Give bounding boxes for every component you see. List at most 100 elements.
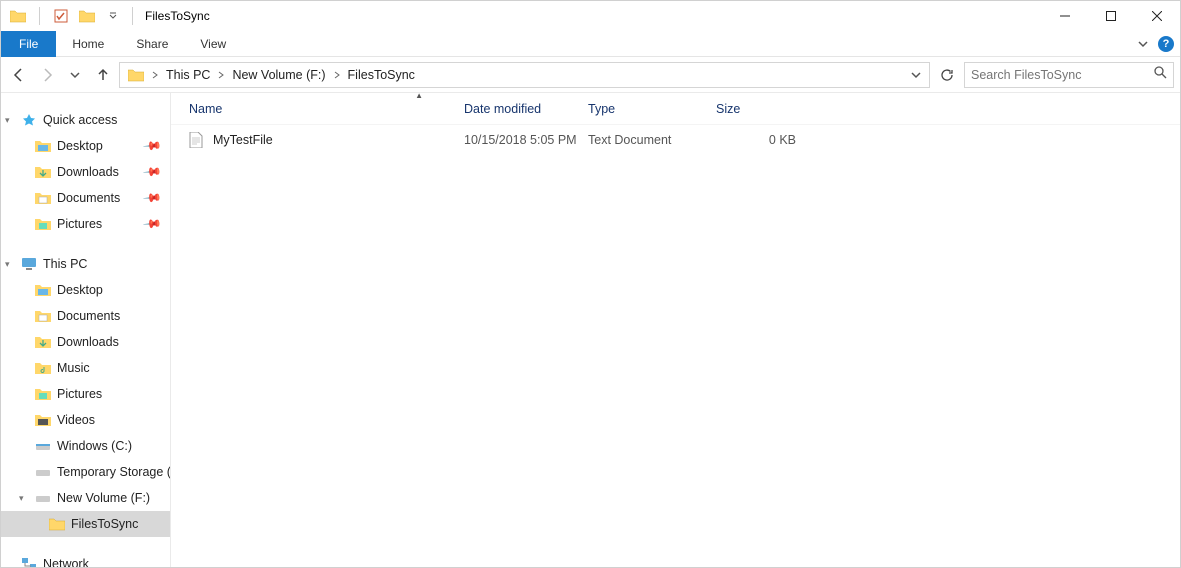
nav-item-drive-f[interactable]: ▾ New Volume (F:) (1, 485, 170, 511)
folder-icon (35, 216, 51, 232)
breadcrumb-segment[interactable]: New Volume (F:) (228, 63, 329, 87)
breadcrumb-segment[interactable]: This PC (162, 63, 214, 87)
column-header-date[interactable]: Date modified (464, 93, 588, 124)
breadcrumb-root-icon[interactable] (124, 63, 148, 87)
column-header-size[interactable]: Size (716, 93, 796, 124)
navigation-pane: ▾ Quick access Desktop 📌 Downloads 📌 Doc… (1, 93, 171, 567)
column-headers: Name ▲ Date modified Type Size (171, 93, 1180, 125)
chevron-right-icon[interactable] (330, 71, 344, 79)
refresh-button[interactable] (934, 62, 960, 88)
nav-label: Desktop (57, 283, 103, 297)
ribbon-tabs: File Home Share View ? (1, 31, 1180, 57)
nav-item-documents[interactable]: Documents (1, 303, 170, 329)
folder-icon (35, 138, 51, 154)
sort-indicator-icon: ▲ (415, 91, 423, 100)
tab-view[interactable]: View (184, 31, 242, 57)
breadcrumb-segment[interactable]: FilesToSync (344, 63, 419, 87)
nav-label: Temporary Storage ( (57, 465, 171, 479)
separator (39, 7, 40, 25)
breadcrumb[interactable]: This PC New Volume (F:) FilesToSync (119, 62, 930, 88)
nav-item-drive-c[interactable]: Windows (C:) (1, 433, 170, 459)
chevron-right-icon[interactable] (148, 71, 162, 79)
chevron-down-icon[interactable]: ▾ (5, 259, 17, 270)
new-folder-icon[interactable] (76, 5, 98, 27)
pin-icon: 📌 (142, 214, 162, 234)
window-title: FilesToSync (145, 9, 210, 23)
computer-icon (21, 256, 37, 272)
nav-label: Music (57, 361, 90, 375)
folder-icon (49, 516, 65, 532)
nav-item-pictures[interactable]: Pictures 📌 (1, 211, 170, 237)
file-size: 0 KB (716, 133, 796, 147)
pin-icon: 📌 (142, 188, 162, 208)
nav-label: Documents (57, 309, 120, 323)
nav-label: Downloads (57, 335, 119, 349)
network-icon (21, 556, 37, 567)
nav-item-downloads[interactable]: Downloads (1, 329, 170, 355)
tab-share[interactable]: Share (120, 31, 184, 57)
nav-label: Documents (57, 191, 120, 205)
folder-icon (35, 282, 51, 298)
forward-button[interactable] (35, 63, 59, 87)
folder-icon (35, 308, 51, 324)
nav-label: Pictures (57, 387, 102, 401)
drive-icon (35, 464, 51, 480)
ribbon-expand-icon[interactable] (1132, 33, 1154, 55)
file-name: MyTestFile (213, 133, 464, 147)
help-icon[interactable]: ? (1158, 36, 1174, 52)
nav-item-downloads[interactable]: Downloads 📌 (1, 159, 170, 185)
folder-icon (35, 360, 51, 376)
nav-item-documents[interactable]: Documents 📌 (1, 185, 170, 211)
column-header-name[interactable]: Name ▲ (189, 93, 464, 124)
minimize-button[interactable] (1042, 1, 1088, 31)
tab-home[interactable]: Home (56, 31, 120, 57)
chevron-down-icon[interactable]: ▾ (5, 115, 17, 126)
nav-this-pc[interactable]: ▾ This PC (1, 251, 170, 277)
nav-item-filestosync[interactable]: FilesToSync (1, 511, 170, 537)
file-list-pane: Name ▲ Date modified Type Size MyTestFil… (171, 93, 1180, 567)
nav-item-desktop[interactable]: Desktop (1, 277, 170, 303)
drive-icon (35, 490, 51, 506)
address-dropdown-icon[interactable] (907, 70, 925, 80)
nav-item-drive-temp[interactable]: Temporary Storage ( (1, 459, 170, 485)
nav-label: Videos (57, 413, 95, 427)
nav-item-pictures[interactable]: Pictures (1, 381, 170, 407)
address-bar-row: This PC New Volume (F:) FilesToSync (1, 57, 1180, 93)
file-type: Text Document (588, 133, 716, 147)
title-bar: FilesToSync (1, 1, 1180, 31)
app-icon[interactable] (7, 5, 29, 27)
nav-network[interactable]: Network (1, 551, 170, 567)
recent-locations-icon[interactable] (63, 63, 87, 87)
folder-icon (35, 334, 51, 350)
tab-file[interactable]: File (1, 31, 56, 57)
folder-icon (35, 386, 51, 402)
drive-icon (35, 438, 51, 454)
back-button[interactable] (7, 63, 31, 87)
search-icon[interactable] (1154, 66, 1167, 84)
nav-label: Downloads (57, 165, 119, 179)
qat-dropdown-icon[interactable] (102, 5, 124, 27)
chevron-down-icon[interactable]: ▾ (19, 493, 31, 504)
properties-icon[interactable] (50, 5, 72, 27)
star-icon (21, 112, 37, 128)
file-row[interactable]: MyTestFile 10/15/2018 5:05 PM Text Docum… (171, 125, 1180, 155)
file-date: 10/15/2018 5:05 PM (464, 133, 588, 147)
maximize-button[interactable] (1088, 1, 1134, 31)
up-button[interactable] (91, 63, 115, 87)
folder-icon (35, 412, 51, 428)
pin-icon: 📌 (142, 136, 162, 156)
nav-label: Quick access (43, 113, 117, 127)
search-input[interactable] (971, 68, 1154, 82)
nav-label: Network (43, 557, 89, 567)
folder-icon (35, 164, 51, 180)
column-header-type[interactable]: Type (588, 93, 716, 124)
close-button[interactable] (1134, 1, 1180, 31)
nav-quick-access[interactable]: ▾ Quick access (1, 107, 170, 133)
text-file-icon (189, 132, 205, 148)
nav-item-videos[interactable]: Videos (1, 407, 170, 433)
nav-item-music[interactable]: Music (1, 355, 170, 381)
nav-item-desktop[interactable]: Desktop 📌 (1, 133, 170, 159)
nav-label: New Volume (F:) (57, 491, 150, 505)
search-box[interactable] (964, 62, 1174, 88)
chevron-right-icon[interactable] (214, 71, 228, 79)
